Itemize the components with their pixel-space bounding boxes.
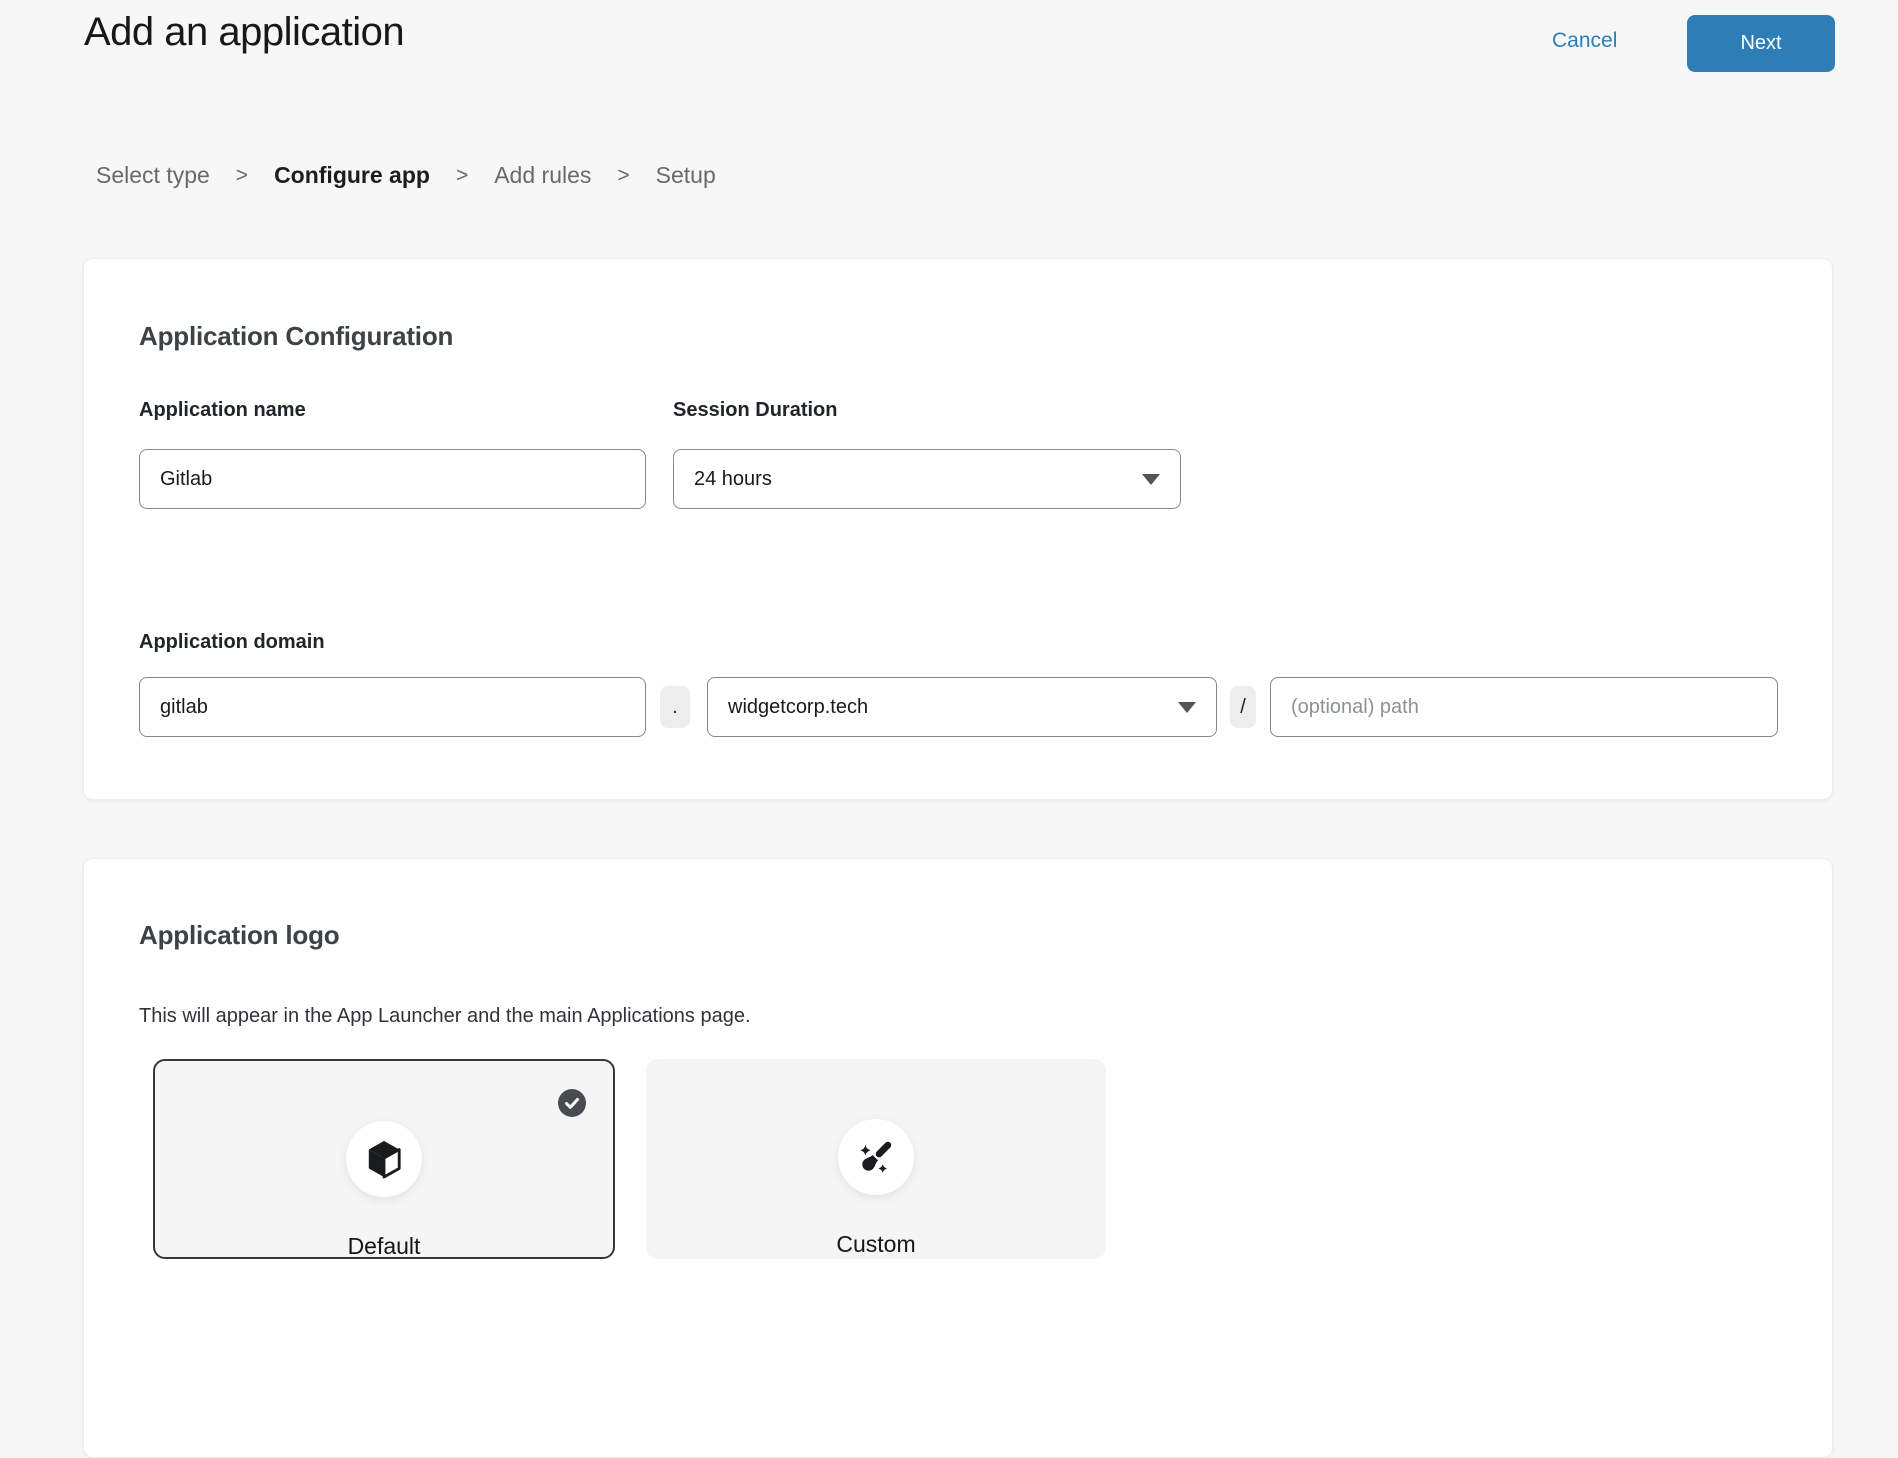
next-button[interactable]: Next (1687, 15, 1835, 72)
check-icon (558, 1089, 586, 1117)
chevron-down-icon (1178, 702, 1196, 713)
logo-option-label: Default (155, 1233, 613, 1260)
domain-row: . widgetcorp.tech / (139, 677, 1778, 737)
breadcrumb-step-setup[interactable]: Setup (656, 162, 716, 189)
slash-separator: / (1230, 686, 1256, 728)
breadcrumb-separator: > (617, 164, 629, 188)
application-name-label: Application name (139, 399, 306, 422)
application-domain-label: Application domain (139, 631, 325, 654)
breadcrumb-step-add-rules[interactable]: Add rules (494, 162, 591, 189)
breadcrumb-separator: > (236, 164, 248, 188)
breadcrumb-step-configure-app[interactable]: Configure app (274, 162, 430, 189)
name-session-row: 24 hours (139, 449, 1181, 509)
cube-icon (365, 1138, 403, 1180)
custom-logo-circle (838, 1119, 914, 1195)
dot-separator: . (660, 686, 690, 728)
breadcrumb-step-select-type[interactable]: Select type (96, 162, 210, 189)
application-logo-heading: Application logo (139, 920, 339, 951)
default-logo-circle (346, 1121, 422, 1197)
breadcrumb: Select type > Configure app > Add rules … (96, 162, 716, 189)
application-configuration-card: Application Configuration Application na… (83, 258, 1833, 800)
session-duration-label: Session Duration (673, 399, 837, 422)
session-duration-select[interactable]: 24 hours (673, 449, 1181, 509)
page-title: Add an application (84, 10, 404, 55)
logo-options: Default Custom (153, 1059, 1106, 1259)
application-configuration-heading: Application Configuration (139, 321, 453, 352)
cancel-button[interactable]: Cancel (1552, 29, 1617, 53)
paintbrush-icon (853, 1134, 899, 1180)
breadcrumb-separator: > (456, 164, 468, 188)
chevron-down-icon (1142, 474, 1160, 485)
subdomain-input[interactable] (139, 677, 646, 737)
logo-option-label: Custom (646, 1231, 1106, 1258)
application-logo-description: This will appear in the App Launcher and… (139, 1005, 751, 1028)
domain-value: widgetcorp.tech (728, 696, 868, 719)
application-logo-card: Application logo This will appear in the… (83, 858, 1833, 1458)
path-input[interactable] (1270, 677, 1778, 737)
session-duration-value: 24 hours (694, 468, 772, 491)
logo-option-default[interactable]: Default (153, 1059, 615, 1259)
application-name-input[interactable] (139, 449, 646, 509)
domain-select[interactable]: widgetcorp.tech (707, 677, 1217, 737)
logo-option-custom[interactable]: Custom (646, 1059, 1106, 1259)
